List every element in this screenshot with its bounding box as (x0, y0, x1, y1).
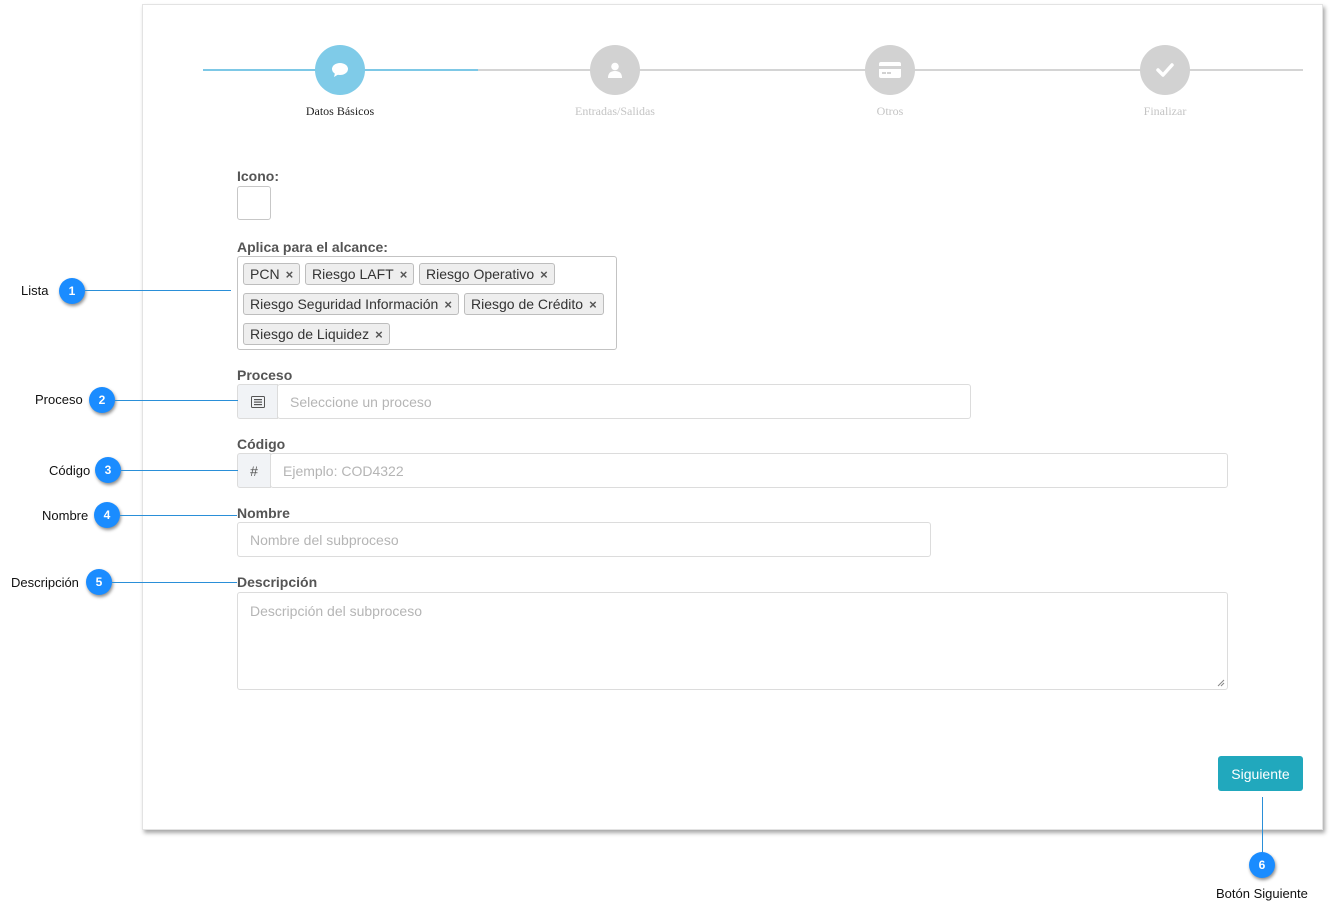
descripcion-label: Descripción (237, 574, 318, 590)
annotation-text-boton-siguiente: Botón Siguiente (1216, 886, 1308, 901)
step-label-otros: Otros (876, 104, 904, 118)
annotation-text-proceso: Proceso (35, 392, 83, 407)
annotation-line-5 (112, 582, 237, 583)
descripcion-placeholder: Descripción del subproceso (250, 603, 422, 619)
tag-label: Riesgo Seguridad Información (250, 296, 439, 312)
icono-label: Icono: (237, 168, 279, 184)
nombre-input[interactable]: Nombre del subproceso (237, 522, 931, 557)
icon-picker[interactable] (237, 186, 271, 220)
list-icon (250, 395, 265, 408)
codigo-label: Código (237, 436, 286, 452)
user-icon (608, 62, 622, 78)
annotation-badge-6: 6 (1249, 852, 1275, 878)
annotation-line-1 (85, 290, 231, 291)
remove-tag-icon[interactable]: × (444, 297, 452, 312)
proceso-select[interactable]: Seleccione un proceso (277, 384, 971, 419)
tag-pcn: PCN × (243, 263, 301, 285)
step-entradas-salidas[interactable] (590, 45, 640, 95)
tag-riesgo-laft: Riesgo LAFT × (305, 263, 415, 285)
tag-riesgo-seguridad-informacion: Riesgo Seguridad Información × (243, 293, 459, 315)
step-label-datos-basicos: Datos Básicos (305, 104, 375, 118)
next-button[interactable]: Siguiente (1218, 756, 1303, 791)
remove-tag-icon[interactable]: × (540, 267, 548, 282)
resize-handle-icon[interactable] (1217, 679, 1225, 687)
tag-riesgo-de-liquidez: Riesgo de Liquidez × (243, 323, 390, 345)
annotation-badge-5: 5 (86, 569, 112, 595)
tag-riesgo-operativo: Riesgo Operativo × (419, 263, 555, 285)
chat-bubble-icon (332, 63, 348, 77)
step-otros[interactable] (865, 45, 915, 95)
remove-tag-icon[interactable]: × (400, 267, 408, 282)
annotation-text-descripcion: Descripción (11, 575, 79, 590)
step-label-finalizar: Finalizar (1143, 104, 1187, 118)
annotation-line-3 (121, 470, 238, 471)
annotation-line-4 (120, 515, 237, 516)
annotation-badge-4: 4 (94, 502, 120, 528)
tag-label: Riesgo de Liquidez (250, 326, 370, 342)
codigo-input[interactable]: Ejemplo: COD4322 (270, 453, 1228, 488)
descripcion-textarea[interactable]: Descripción del subproceso (237, 592, 1228, 690)
proceso-addon (237, 384, 278, 419)
annotation-badge-1: 1 (59, 278, 85, 304)
annotation-badge-3: 3 (95, 457, 121, 483)
annotation-text-codigo: Código (49, 463, 91, 478)
tag-riesgo-de-credito: Riesgo de Crédito × (464, 293, 604, 315)
step-datos-basicos[interactable] (315, 45, 365, 95)
remove-tag-icon[interactable]: × (589, 297, 597, 312)
annotation-text-lista: Lista (21, 283, 49, 298)
tag-label: Riesgo LAFT (312, 266, 394, 282)
hash-icon: # (237, 453, 271, 488)
step-finalizar[interactable] (1140, 45, 1190, 95)
proceso-label: Proceso (237, 367, 293, 383)
annotation-line-2 (115, 400, 238, 401)
remove-tag-icon[interactable]: × (286, 267, 294, 282)
annotation-text-nombre: Nombre (42, 508, 89, 523)
remove-tag-icon[interactable]: × (375, 327, 383, 342)
tag-label: Riesgo Operativo (426, 266, 535, 282)
check-icon (1156, 63, 1174, 77)
credit-card-icon (879, 62, 901, 78)
tag-label: PCN (250, 266, 280, 282)
tag-label: Riesgo de Crédito (471, 296, 584, 312)
annotation-badge-2: 2 (89, 387, 115, 413)
alcance-multiselect[interactable]: PCN × Riesgo LAFT × Riesgo Operativo × Ries… (237, 256, 617, 350)
annotation-line-6 (1262, 797, 1263, 853)
step-label-entradas-salidas: Entradas/Salidas (575, 104, 655, 118)
nombre-label: Nombre (237, 505, 290, 521)
alcance-label: Aplica para el alcance: (237, 239, 388, 255)
